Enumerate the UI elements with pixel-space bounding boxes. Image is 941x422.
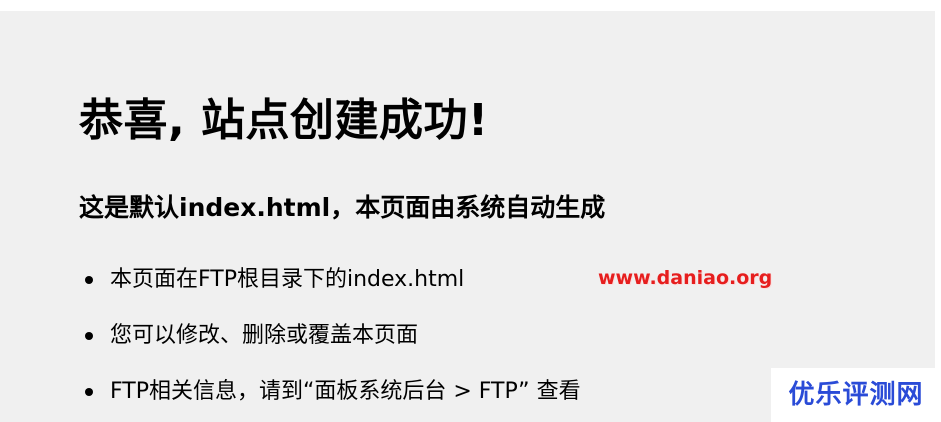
content-panel: 恭喜, 站点创建成功! 这是默认index.html，本页面由系统自动生成 本页… [0,11,935,422]
bullet-icon [85,388,93,396]
bullet-icon [85,332,93,340]
list-item-text: 本页面在FTP根目录下的index.html [110,267,465,292]
list-item-text: FTP相关信息，请到“面板系统后台 > FTP” 查看 [110,379,581,404]
page-subtitle: 这是默认index.html，本页面由系统自动生成 [79,193,606,222]
page-title: 恭喜, 站点创建成功! [79,95,489,146]
watermark-url: www.daniao.org [598,267,773,289]
list-item-text: 您可以修改、删除或覆盖本页面 [110,323,419,348]
watermark-brand: 优乐评测网 [771,368,941,422]
bullet-icon [85,276,93,284]
page: 恭喜, 站点创建成功! 这是默认index.html，本页面由系统自动生成 本页… [0,0,941,422]
